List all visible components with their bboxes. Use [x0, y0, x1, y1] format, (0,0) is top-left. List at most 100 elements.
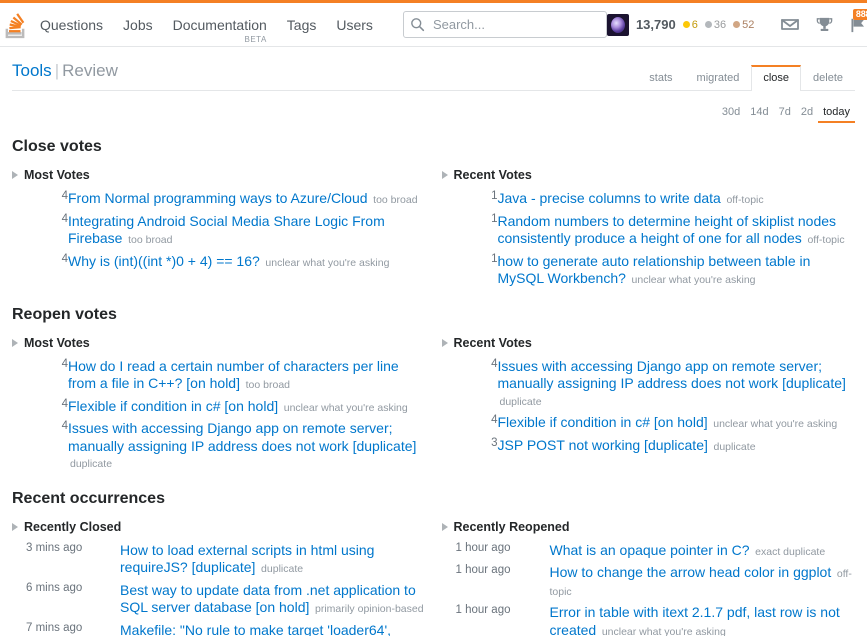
close-reason: unclear what you're asking	[601, 625, 726, 636]
tab-close[interactable]: close	[751, 65, 802, 91]
tab-stats[interactable]: stats	[637, 65, 684, 91]
search-box[interactable]	[402, 11, 607, 38]
close-votes-recent-column: Recent Votes 1 Java - precise columns to…	[434, 168, 856, 291]
main-content: Close votes Most Votes 4 From Normal pro…	[0, 138, 867, 636]
table-row: 1 how to generate auto relationship betw…	[442, 251, 856, 291]
section-close-votes: Most Votes 4 From Normal programming way…	[12, 168, 855, 291]
table-row: 4 Why is (int)((int *)0 + 4) == 16? uncl…	[12, 251, 426, 274]
avatar-image	[610, 16, 625, 33]
tab-migrated[interactable]: migrated	[685, 65, 752, 91]
search-input[interactable]	[430, 16, 600, 33]
question-cell: JSP POST not working [duplicate] duplica…	[498, 435, 856, 458]
table-row: 7 mins ago Makefile: "No rule to make ta…	[12, 620, 426, 636]
bronze-badge-icon	[733, 21, 741, 28]
avatar[interactable]	[606, 13, 629, 36]
vote-count: 4	[491, 414, 498, 426]
close-reason: unclear what you're asking	[713, 418, 838, 430]
close-reason: duplicate	[713, 440, 756, 453]
section-title-reopen-votes: Reopen votes	[12, 305, 117, 323]
day-filter-2d[interactable]: 2d	[796, 104, 818, 123]
table-row: 6 mins ago Best way to update data from …	[12, 580, 426, 620]
breadcrumb-tools-link[interactable]: Tools	[12, 61, 52, 80]
question-link[interactable]: How to change the arrow head color in gg…	[550, 564, 832, 580]
achievements-button[interactable]	[807, 8, 841, 42]
table-row: 4 Issues with accessing Django app on re…	[12, 418, 426, 475]
question-link[interactable]: JSP POST not working [duplicate]	[498, 437, 708, 453]
day-filter-7d[interactable]: 7d	[774, 104, 796, 123]
recently-reopened-table: 1 hour ago What is an opaque pointer in …	[442, 540, 856, 636]
day-filter-30d[interactable]: 30d	[717, 104, 745, 123]
question-cell: Issues with accessing Django app on remo…	[68, 418, 426, 475]
close-reason: unclear what you're asking	[283, 401, 408, 414]
column-heading-label: Recent Votes	[453, 168, 532, 182]
tab-delete[interactable]: delete	[801, 65, 855, 91]
column-heading-most-votes[interactable]: Most Votes	[12, 336, 426, 350]
column-heading-recently-closed[interactable]: Recently Closed	[12, 520, 426, 534]
question-link[interactable]: Makefile: "No rule to make target 'loade…	[120, 622, 391, 636]
question-link[interactable]: Flexible if condition in c# [on hold]	[68, 398, 278, 414]
day-filter-14d[interactable]: 14d	[745, 104, 773, 123]
table-row: 4 How do I read a certain number of char…	[12, 356, 426, 396]
close-reason: duplicate	[261, 563, 304, 575]
gold-badge-value: 6	[691, 18, 698, 31]
gold-badge-count[interactable]: 6	[682, 18, 698, 31]
search-icon	[411, 18, 425, 32]
question-link[interactable]: Integrating Android Social Media Share L…	[68, 213, 385, 247]
table-row: 1 hour ago How to change the arrow head …	[442, 562, 856, 602]
reopen-votes-recent-column: Recent Votes 4 Issues with accessing Dja…	[434, 336, 856, 475]
badge-counts: 6 36 52	[682, 18, 762, 31]
column-heading-recently-reopened[interactable]: Recently Reopened	[441, 520, 856, 534]
inbox-button[interactable]	[773, 8, 807, 42]
question-link[interactable]: Why is (int)((int *)0 + 4) == 16?	[68, 253, 260, 269]
section-title-recent-occurrences: Recent occurrences	[12, 489, 165, 507]
question-link[interactable]: From Normal programming ways to Azure/Cl…	[68, 190, 368, 206]
expand-triangle-icon	[12, 522, 18, 531]
gold-badge-icon	[682, 21, 690, 28]
nav-link-documentation[interactable]: Documentation BETA	[163, 3, 277, 46]
inbox-icon	[781, 18, 800, 30]
reputation-count[interactable]: 13,790	[636, 17, 676, 32]
question-link[interactable]: Java - precise columns to write data	[498, 190, 721, 206]
close-votes-most-voted-column: Most Votes 4 From Normal programming way…	[12, 168, 434, 291]
question-cell: How to change the arrow head color in gg…	[550, 562, 856, 602]
question-link[interactable]: Issues with accessing Django app on remo…	[68, 420, 416, 454]
question-link[interactable]: How to load external scripts in html usi…	[120, 542, 374, 576]
column-heading-label: Most Votes	[24, 168, 90, 182]
question-cell: What is an opaque pointer in C? exact du…	[550, 540, 856, 563]
column-heading-label: Recently Closed	[24, 519, 122, 534]
column-heading-label: Recent Votes	[453, 335, 532, 350]
question-link[interactable]: What is an opaque pointer in C?	[550, 542, 750, 558]
vote-count: 1	[491, 252, 498, 265]
question-cell: Flexible if condition in c# [on hold] un…	[68, 396, 426, 419]
silver-badge-count[interactable]: 36	[704, 19, 726, 31]
nav-label: Jobs	[123, 17, 153, 33]
timestamp: 1 hour ago	[455, 541, 511, 554]
stack-overflow-logo[interactable]	[0, 10, 30, 40]
question-cell: Best way to update data from .net applic…	[120, 580, 426, 620]
question-link[interactable]: Flexible if condition in c# [on hold]	[498, 414, 708, 430]
review-flag-button[interactable]: 888	[841, 8, 867, 42]
day-filter-today[interactable]: today	[818, 104, 855, 123]
expand-triangle-icon	[12, 338, 18, 347]
nav-link-users[interactable]: Users	[326, 3, 383, 46]
question-link[interactable]: How do I read a certain number of charac…	[68, 358, 399, 392]
nav-link-questions[interactable]: Questions	[30, 3, 113, 46]
question-link[interactable]: Random numbers to determine height of sk…	[498, 213, 837, 247]
question-cell: Makefile: "No rule to make target 'loade…	[120, 620, 426, 636]
trophy-icon	[816, 17, 833, 32]
column-heading-most-votes[interactable]: Most Votes	[12, 168, 426, 182]
bronze-badge-count[interactable]: 52	[733, 19, 754, 31]
nav-label: Questions	[40, 17, 104, 33]
table-row: 4 Integrating Android Social Media Share…	[12, 211, 426, 251]
column-heading-recent-votes[interactable]: Recent Votes	[441, 168, 856, 182]
column-heading-recent-votes[interactable]: Recent Votes	[441, 335, 856, 350]
nav-link-tags[interactable]: Tags	[277, 3, 327, 46]
main-nav: Questions Jobs Documentation BETA Tags Us…	[30, 3, 383, 46]
nav-label: Users	[336, 17, 373, 33]
question-link[interactable]: Issues with accessing Django app on remo…	[498, 358, 846, 392]
recently-reopened-column: Recently Reopened 1 hour ago What is an …	[434, 520, 856, 636]
column-heading-label: Most Votes	[24, 335, 90, 350]
nav-link-jobs[interactable]: Jobs	[113, 3, 163, 46]
vote-count: 4	[61, 212, 68, 225]
table-row: 4 Flexible if condition in c# [on hold] …	[12, 396, 426, 419]
